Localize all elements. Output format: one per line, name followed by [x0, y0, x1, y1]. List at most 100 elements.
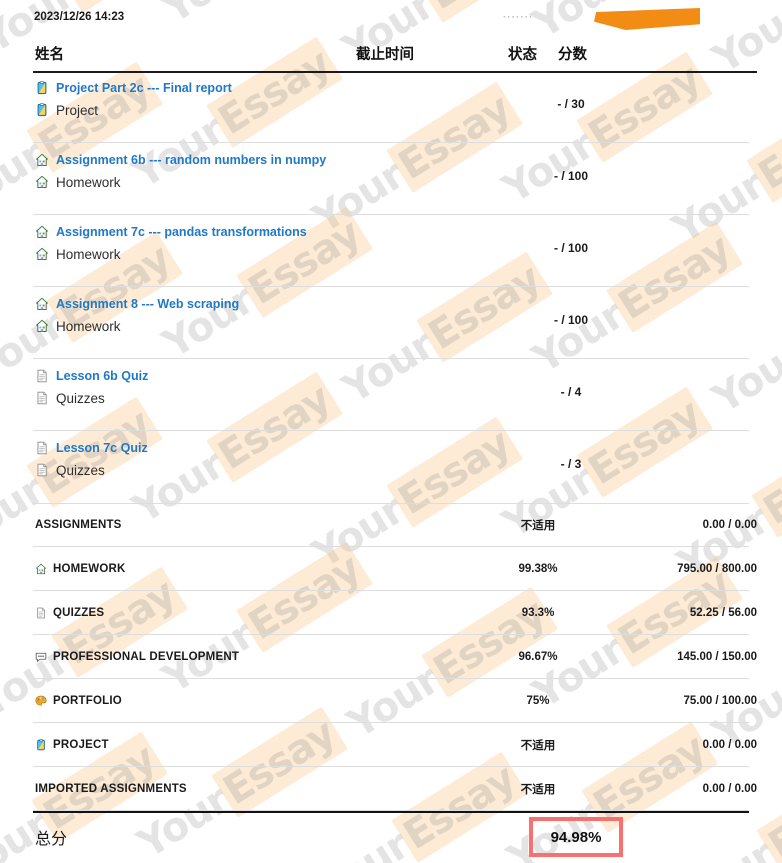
assignment-score: - / 4 [560, 385, 582, 399]
group-summary-label-cell: PORTFOLIO [35, 695, 122, 707]
assignment-group-line: Quizzes [35, 462, 148, 478]
assignment-name-cell: Project Part 2c --- Final report Project [35, 80, 232, 118]
group-summary-status: 75% [526, 694, 550, 707]
table-row: Assignment 7c --- pandas transformations… [33, 215, 749, 287]
group-summary-row: PROJECT 不适用 0.00 / 0.00 [33, 723, 757, 767]
group-summary-status: 不适用 [520, 739, 556, 752]
column-header-due: 截止时间 [356, 47, 414, 63]
group-summary-row: HOMEWORK 99.38% 795.00 / 800.00 [33, 547, 757, 591]
assignment-title-line: Project Part 2c --- Final report [35, 80, 232, 96]
assignment-group-label: Homework [56, 246, 121, 262]
homework-icon [35, 563, 47, 575]
group-summary-points: 75.00 / 100.00 [683, 694, 757, 707]
group-summary-points: 0.00 / 0.00 [702, 738, 757, 751]
group-summary-points: 145.00 / 150.00 [677, 650, 757, 663]
quiz-icon [35, 391, 49, 405]
grades-page: YourEssayYourEssayYourEssayYourEssayYour… [0, 0, 782, 863]
group-summary-label: PROJECT [53, 738, 109, 751]
assignment-row-list: Project Part 2c --- Final report Project -… [0, 71, 782, 503]
group-summary-points: 0.00 / 0.00 [702, 782, 757, 795]
assignment-group-line: Quizzes [35, 390, 148, 406]
assignment-group-line: Homework [35, 246, 307, 262]
table-row: Assignment 8 --- Web scraping Homework - /… [33, 287, 749, 359]
project-icon [35, 738, 47, 751]
assignment-link[interactable]: Lesson 7c Quiz [56, 441, 148, 455]
group-summary-label: PORTFOLIO [53, 694, 122, 707]
group-summary-status: 93.3% [521, 606, 555, 619]
group-summary-points: 0.00 / 0.00 [702, 519, 757, 531]
table-row: Lesson 6b Quiz Quizzes - / 4 [33, 359, 749, 431]
assignment-score: - / 100 [553, 241, 589, 255]
assignment-link[interactable]: Project Part 2c --- Final report [56, 81, 232, 95]
group-summary-label-cell: PROJECT [35, 739, 109, 751]
column-header-score: 分数 [558, 47, 587, 63]
group-summary-row: PORTFOLIO 75% 75.00 / 100.00 [33, 679, 757, 723]
group-summary-row: QUIZZES 93.3% 52.25 / 56.00 [33, 591, 757, 635]
homework-icon [35, 225, 49, 239]
group-summary-label: PROFESSIONAL DEVELOPMENT [53, 650, 240, 663]
group-summary-label: HOMEWORK [53, 562, 126, 575]
group-summary-label-cell: PROFESSIONAL DEVELOPMENT [35, 651, 239, 663]
group-summary-label-cell: ASSIGNMENTS [35, 519, 122, 531]
table-row: Assignment 6b --- random numbers in nump… [33, 143, 749, 215]
assignment-name-cell: Lesson 6b Quiz Quizzes [35, 368, 148, 406]
group-summary-row: PROFESSIONAL DEVELOPMENT 96.67% 145.00 / 1… [33, 635, 757, 679]
group-summary-status: 99.38% [518, 562, 558, 575]
total-label: 总分 [35, 829, 68, 848]
assignment-link[interactable]: Assignment 8 --- Web scraping [56, 297, 239, 311]
group-summary-row: ASSIGNMENTS 不适用 0.00 / 0.00 [33, 503, 757, 547]
assignment-title-line: Assignment 6b --- random numbers in nump… [35, 152, 326, 168]
quiz-icon [35, 369, 49, 383]
group-summary-status: 不适用 [520, 783, 556, 796]
assignment-group-label: Homework [56, 318, 121, 334]
assignment-group-label: Quizzes [56, 462, 105, 478]
assignment-score: - / 100 [553, 169, 589, 183]
group-summary-points: 795.00 / 800.00 [677, 562, 757, 575]
assignment-score: - / 100 [553, 313, 589, 327]
assignment-group-label: Quizzes [56, 390, 105, 406]
assignment-group-line: Homework [35, 174, 326, 190]
homework-icon [35, 175, 49, 189]
assignment-name-cell: Assignment 6b --- random numbers in nump… [35, 152, 326, 190]
table-header-row: 姓名 截止时间 状态 分数 [0, 37, 782, 71]
homework-icon [35, 319, 49, 333]
assignment-score: - / 30 [557, 97, 585, 111]
table-row: Project Part 2c --- Final report Project -… [33, 71, 749, 143]
quiz-icon [35, 463, 49, 477]
total-score-value: 94.98% [550, 828, 602, 846]
group-summary-label: IMPORTED ASSIGNMENTS [35, 782, 187, 795]
column-header-name: 姓名 [35, 47, 64, 63]
speech-icon [35, 651, 47, 663]
palette-icon [35, 695, 47, 707]
homework-icon [35, 153, 49, 167]
group-summary-label: ASSIGNMENTS [35, 519, 122, 531]
group-summary-label-cell: QUIZZES [35, 607, 104, 619]
assignment-group-line: Project [35, 102, 232, 118]
assignment-group-line: Homework [35, 318, 239, 334]
group-summary-points: 52.25 / 56.00 [689, 606, 757, 619]
assignment-title-line: Assignment 7c --- pandas transformations [35, 224, 307, 240]
assignment-link[interactable]: Assignment 6b --- random numbers in nump… [56, 153, 326, 167]
assignment-name-cell: Assignment 7c --- pandas transformations… [35, 224, 307, 262]
assignment-link[interactable]: Assignment 7c --- pandas transformations [56, 225, 307, 239]
group-summary-label: QUIZZES [53, 606, 105, 619]
assignment-title-line: Lesson 7c Quiz [35, 440, 148, 456]
homework-icon [35, 247, 49, 261]
assignment-link[interactable]: Lesson 6b Quiz [56, 369, 148, 383]
total-score-highlight: 94.98% [529, 817, 623, 857]
assignment-name-cell: Assignment 8 --- Web scraping Homework [35, 296, 239, 334]
group-summary-status: 不适用 [520, 520, 556, 532]
assignment-group-label: Homework [56, 174, 121, 190]
column-header-status: 状态 [508, 47, 537, 63]
group-summary-label-cell: HOMEWORK [35, 563, 126, 575]
project-icon [35, 81, 49, 95]
table-row: Lesson 7c Quiz Quizzes - / 3 [33, 431, 749, 503]
group-summary-row: IMPORTED ASSIGNMENTS 不适用 0.00 / 0.00 [33, 767, 757, 811]
assignment-title-line: Lesson 6b Quiz [35, 368, 148, 384]
assignment-group-label: Project [56, 102, 99, 118]
group-summary-label-cell: IMPORTED ASSIGNMENTS [35, 783, 187, 795]
assignment-name-cell: Lesson 7c Quiz Quizzes [35, 440, 148, 478]
grades-table: 姓名 截止时间 状态 分数 Project Part 2c --- Final … [0, 0, 782, 861]
assignment-title-line: Assignment 8 --- Web scraping [35, 296, 239, 312]
group-summary-list: ASSIGNMENTS 不适用 0.00 / 0.00 HOMEWORK 99.38% 7… [0, 503, 782, 811]
